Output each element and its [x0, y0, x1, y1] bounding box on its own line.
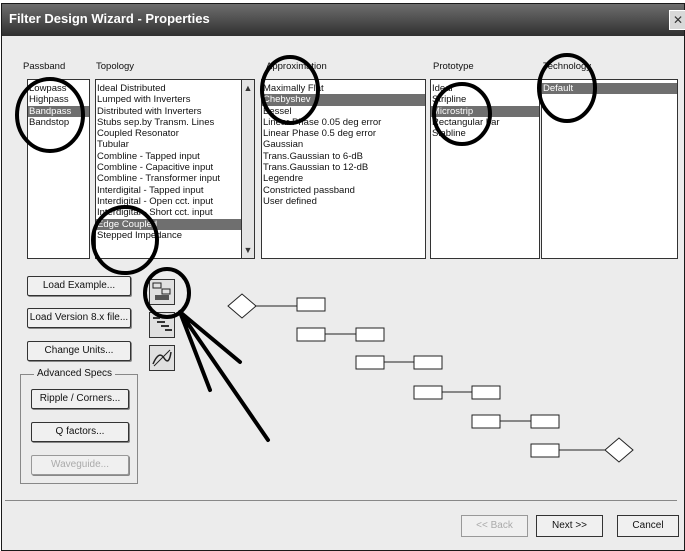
footer-separator: [5, 500, 677, 501]
annotation-circle-passband: [15, 77, 85, 153]
annotation-circle-approximation: [260, 55, 320, 125]
resonator-5b: [530, 414, 560, 429]
resonator-4b: [471, 385, 501, 400]
resonator-2a: [296, 327, 326, 342]
cancel-button[interactable]: Cancel: [617, 515, 679, 537]
annotation-circle-icon: [143, 267, 191, 319]
resonator-3a: [355, 355, 385, 370]
resonator-4a: [413, 385, 443, 400]
resonator-3b: [413, 355, 443, 370]
next-button[interactable]: Next >>: [536, 515, 603, 537]
annotation-circle-prototype: [432, 82, 492, 146]
annotation-arrow: [178, 310, 270, 442]
input-port-icon: [227, 293, 257, 319]
back-button: << Back: [461, 515, 528, 537]
resonator-2b: [355, 327, 385, 342]
filter-diagram: [15, 53, 634, 463]
output-port-icon: [604, 437, 634, 463]
resonator-5a: [471, 414, 501, 429]
annotation-circle-topology: [91, 205, 159, 275]
resonator-1: [296, 297, 326, 312]
resonator-6: [530, 443, 560, 458]
annotation-circle-technology: [537, 53, 597, 123]
